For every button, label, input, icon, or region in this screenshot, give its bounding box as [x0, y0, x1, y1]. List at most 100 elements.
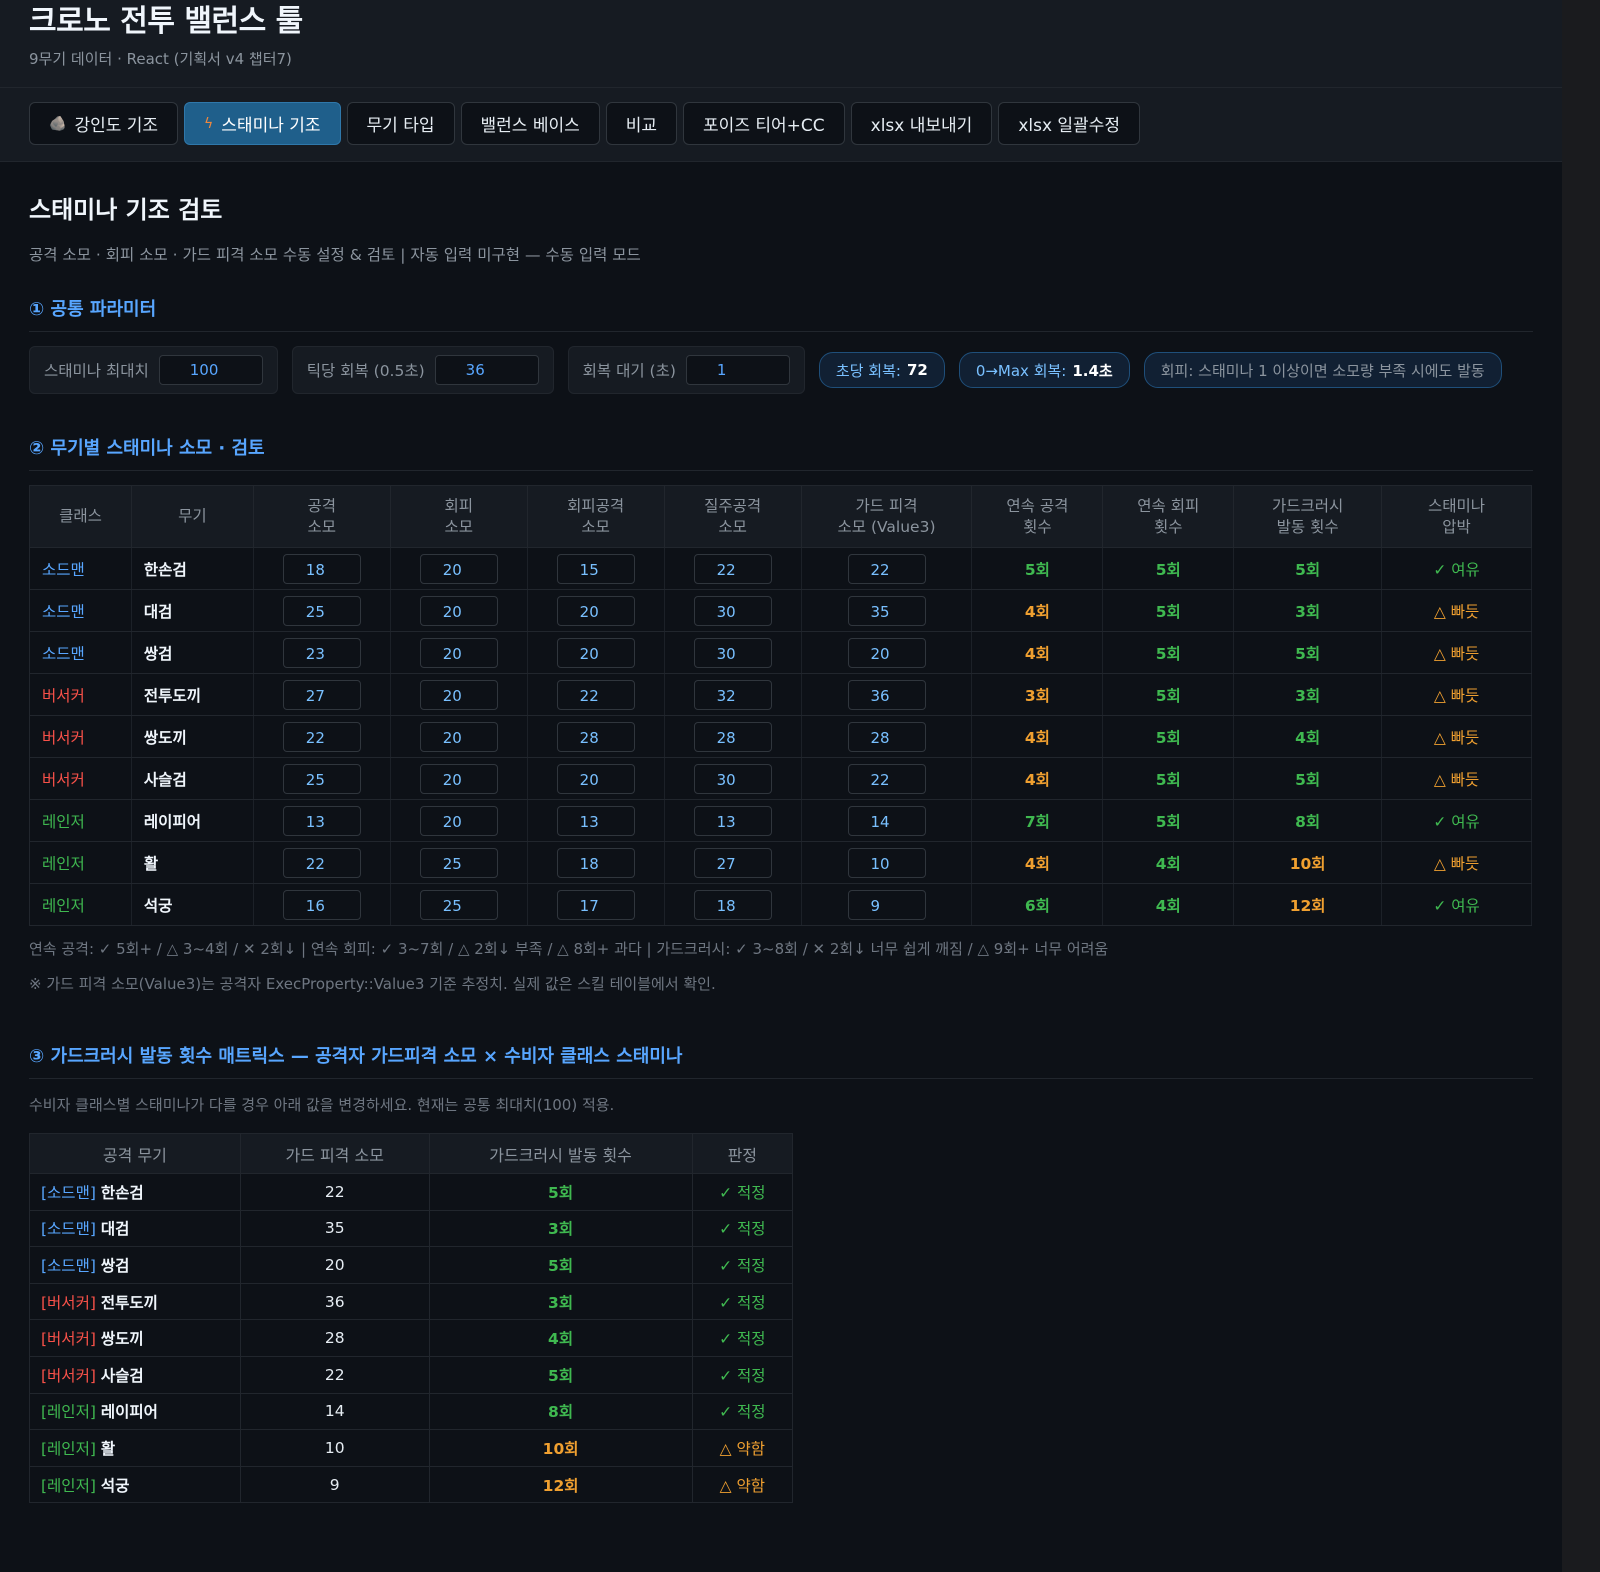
header-text: 연속 공격 — [1006, 496, 1069, 515]
table-row: [레인저] 레이피어 14 8회 ✓ 적정 — [29, 1392, 794, 1431]
tab-5[interactable]: 포이즈 티어+CC — [683, 102, 845, 145]
guard-input[interactable]: 28 — [847, 721, 926, 752]
regen-delay-input[interactable]: 1 — [685, 355, 790, 385]
class-cell: 버서커 — [29, 673, 132, 716]
column-header: 회피 소모 — [389, 485, 528, 548]
stamina-pressure-status: △ 빠듯 — [1381, 673, 1532, 716]
tab-2[interactable]: 무기 타입 — [346, 102, 455, 145]
attack-weapon-cell: [레인저] 활 — [29, 1429, 241, 1467]
section-common-params-title: ① 공통 파라미터 — [29, 295, 1533, 332]
atk-input[interactable]: 25 — [282, 595, 361, 626]
tick-regen-input[interactable]: 36 — [434, 355, 539, 385]
class-cell: 레인저 — [29, 841, 132, 884]
scrollbar[interactable] — [1562, 0, 1600, 1572]
stamina-pressure-status: △ 빠듯 — [1381, 715, 1532, 758]
header-text: 연속 회피 — [1137, 496, 1200, 515]
header-text: 횟수 — [1154, 517, 1183, 536]
weapon-name: 석궁 — [100, 1476, 130, 1495]
dodge-atk-input[interactable]: 20 — [556, 637, 635, 668]
combo-attack-count: 7회 — [971, 799, 1104, 842]
dodge-atk-input[interactable]: 28 — [556, 721, 635, 752]
tab-0[interactable]: 🪨 강인도 기조 — [29, 102, 179, 145]
sprint-atk-input[interactable]: 13 — [693, 805, 772, 836]
guard-input[interactable]: 22 — [847, 553, 926, 584]
dodge-input[interactable]: 20 — [419, 679, 498, 710]
atk-input[interactable]: 13 — [282, 805, 361, 836]
input-cell: 20 — [527, 589, 665, 632]
attack-weapon-cell: [버서커] 사슬검 — [29, 1355, 241, 1394]
attack-weapon-cell: [버서커] 전투도끼 — [29, 1282, 241, 1321]
column-header: 클래스 — [29, 485, 132, 548]
dodge-input[interactable]: 25 — [419, 889, 498, 920]
input-cell: 25 — [390, 883, 528, 926]
tab-1[interactable]: ϟ 스태미나 기조 — [184, 102, 341, 145]
sprint-atk-input[interactable]: 32 — [693, 679, 772, 710]
sprint-atk-input[interactable]: 30 — [693, 595, 772, 626]
tab-label: 밸런스 베이스 — [480, 116, 580, 136]
guard-input[interactable]: 20 — [847, 637, 926, 668]
dodge-input[interactable]: 20 — [419, 637, 498, 668]
atk-input[interactable]: 18 — [282, 553, 361, 584]
header-text: 회피공격 — [567, 496, 625, 515]
combo-attack-count: 4회 — [971, 757, 1104, 800]
input-cell: 27 — [664, 841, 802, 884]
class-tag: [레인저] — [41, 1476, 96, 1495]
combo-attack-count: 4회 — [971, 841, 1104, 884]
dodge-input[interactable]: 20 — [419, 595, 498, 626]
atk-input[interactable]: 16 — [282, 889, 361, 920]
stamina-pressure-status: △ 빠듯 — [1381, 757, 1532, 800]
table-row: 버서커 전투도끼 27 20 22 32 36 3회 5회 3회 △ 빠듯 — [29, 673, 1532, 716]
atk-input[interactable]: 22 — [282, 847, 361, 878]
atk-input[interactable]: 27 — [282, 679, 361, 710]
guard-input[interactable]: 14 — [847, 805, 926, 836]
dodge-atk-input[interactable]: 20 — [556, 595, 635, 626]
weapon-cell: 레이피어 — [131, 799, 254, 842]
guard-input[interactable]: 22 — [847, 763, 926, 794]
dodge-atk-input[interactable]: 15 — [556, 553, 635, 584]
tab-7[interactable]: xlsx 일괄수정 — [998, 102, 1140, 145]
stamina-pressure-status: ✓ 여유 — [1381, 799, 1532, 842]
dodge-atk-input[interactable]: 18 — [556, 847, 635, 878]
input-cell: 13 — [664, 799, 802, 842]
dodge-input[interactable]: 20 — [419, 763, 498, 794]
atk-input[interactable]: 23 — [282, 637, 361, 668]
guard-input[interactable]: 35 — [847, 595, 926, 626]
tab-3[interactable]: 밸런스 베이스 — [460, 102, 600, 145]
atk-input[interactable]: 22 — [282, 721, 361, 752]
tab-4[interactable]: 비교 — [605, 102, 678, 145]
page-title: 스태미나 기조 검토 — [29, 196, 223, 224]
dodge-input[interactable]: 20 — [419, 553, 498, 584]
guard-crush-count: 10회 — [1233, 841, 1383, 884]
sprint-atk-input[interactable]: 28 — [693, 721, 772, 752]
sprint-atk-input[interactable]: 18 — [693, 889, 772, 920]
dodge-atk-input[interactable]: 22 — [556, 679, 635, 710]
tab-6[interactable]: xlsx 내보내기 — [850, 102, 993, 145]
verdict-cell: △ 약함 — [691, 1465, 794, 1504]
guard-input[interactable]: 10 — [847, 847, 926, 878]
sprint-atk-input[interactable]: 27 — [693, 847, 772, 878]
max-stamina-input[interactable]: 100 — [158, 355, 263, 385]
combo-dodge-count: 4회 — [1102, 883, 1235, 926]
badge-label: 0→Max 회복: — [975, 361, 1067, 380]
guard-input[interactable]: 36 — [847, 679, 926, 710]
class-tag: [버서커] — [41, 1330, 96, 1349]
table-row: [버서커] 사슬검 22 5회 ✓ 적정 — [29, 1355, 794, 1394]
header-text: 가드 피격 — [855, 496, 918, 515]
sprint-atk-input[interactable]: 30 — [693, 637, 772, 668]
attack-weapon-cell: [소드맨] 대검 — [29, 1209, 241, 1248]
dodge-input[interactable]: 25 — [419, 847, 498, 878]
sprint-atk-input[interactable]: 22 — [693, 553, 772, 584]
dodge-atk-input[interactable]: 13 — [556, 805, 635, 836]
table-row: [레인저] 활 10 10회 △ 약함 — [29, 1429, 794, 1467]
input-cell: 20 — [527, 757, 665, 800]
input-cell: 30 — [664, 589, 802, 632]
guard-input[interactable]: 9 — [847, 889, 926, 920]
dodge-input[interactable]: 20 — [419, 721, 498, 752]
guard-crush-count: 5회 — [1233, 631, 1383, 674]
dodge-atk-input[interactable]: 17 — [556, 889, 635, 920]
attack-weapon-cell: [레인저] 레이피어 — [29, 1392, 241, 1431]
dodge-atk-input[interactable]: 20 — [556, 763, 635, 794]
atk-input[interactable]: 25 — [282, 763, 361, 794]
dodge-input[interactable]: 20 — [419, 805, 498, 836]
sprint-atk-input[interactable]: 30 — [693, 763, 772, 794]
